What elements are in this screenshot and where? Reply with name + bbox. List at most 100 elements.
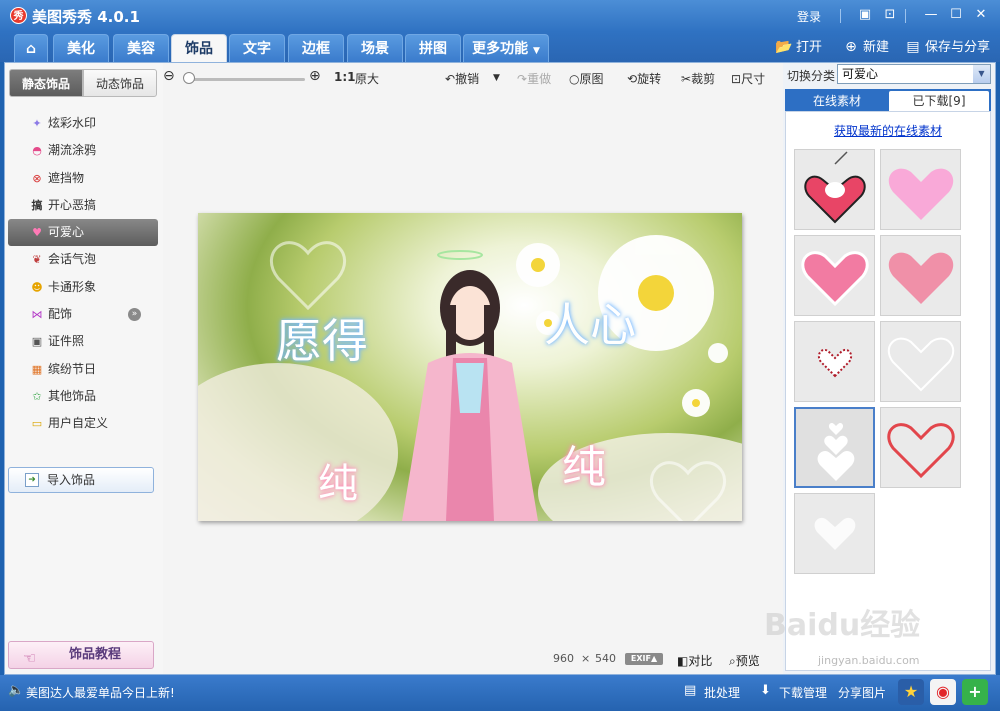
open-button[interactable]: 📂 打开 [775, 37, 822, 58]
import-accessory-button[interactable]: ➜ 导入饰品 [8, 467, 154, 493]
id-photo-icon: ▣ [31, 335, 43, 349]
tab-collage[interactable]: 拼图 [405, 34, 461, 62]
tab-text[interactable]: 文字 [229, 34, 285, 62]
switch-category-label: 切换分类 [787, 69, 836, 83]
canvas-text-4[interactable]: 纯 [562, 431, 606, 495]
zoom-slider-track[interactable] [187, 78, 305, 81]
save-share-button[interactable]: ▤ 保存与分享 [904, 37, 990, 58]
share-image-button[interactable]: 分享图片 [838, 684, 886, 701]
app-logo-icon: 秀 [10, 7, 27, 24]
skin-icon[interactable]: ⊡ [881, 7, 899, 23]
tab-frame[interactable]: 边框 [288, 34, 344, 62]
category-select-value: 可爱心 [842, 67, 879, 81]
tab-downloaded[interactable]: 已下载[9] [889, 91, 989, 111]
preview-button[interactable]: ⌕预览 [729, 652, 760, 669]
material-thumb[interactable] [880, 235, 961, 316]
batch-icon: ▤ [684, 683, 697, 698]
material-thumb[interactable] [880, 149, 961, 230]
material-thumb[interactable] [880, 321, 961, 402]
category-item[interactable]: ❦ 会话气泡 [8, 246, 158, 273]
original-size-button[interactable]: 原大 [355, 70, 379, 87]
original-button[interactable]: ○原图 [569, 70, 604, 87]
undo-button[interactable]: ↶撤销 [445, 70, 479, 87]
compare-icon: ◧ [677, 654, 689, 668]
crop-button[interactable]: ✂裁剪 [681, 70, 715, 87]
pink-dotted-heart-icon [888, 168, 954, 220]
zoom-out-icon[interactable]: ⊖ [163, 68, 175, 84]
material-thumb-selected[interactable] [794, 407, 875, 488]
plus-circle-icon: ⊕ [845, 39, 857, 55]
lace-heart-icon [814, 517, 856, 550]
subtab-dynamic[interactable]: 动态饰品 [83, 69, 157, 97]
maximize-icon[interactable]: ☐ [947, 7, 965, 23]
white-heart-outline-icon [887, 337, 955, 392]
redo-button[interactable]: ↷重做 [517, 70, 551, 87]
photo-canvas[interactable]: 愿得 人心 纯 纯 [198, 213, 742, 521]
tab-scene[interactable]: 场景 [347, 34, 403, 62]
exif-button[interactable]: EXIF▲ [625, 653, 663, 665]
chevron-down-icon[interactable]: ▼ [973, 65, 990, 83]
material-thumb[interactable] [794, 149, 875, 230]
material-thumb[interactable] [794, 235, 875, 316]
size-label: 尺寸 [741, 72, 766, 86]
category-item[interactable]: ✩ 其他饰品 [8, 383, 158, 410]
download-manager-button[interactable]: 下载管理 [779, 684, 827, 701]
news-ticker[interactable]: 美图达人最爱单品今日上新! [26, 684, 175, 701]
get-latest-materials-link[interactable]: 获取最新的在线素材 [786, 122, 990, 139]
rotate-button[interactable]: ⟲旋转 [627, 70, 661, 87]
one-to-one-button[interactable]: 1:1 [334, 70, 356, 84]
material-thumb[interactable] [794, 321, 875, 402]
weibo-icon[interactable]: ◉ [930, 679, 956, 705]
tab-beauty[interactable]: 美容 [113, 34, 169, 62]
category-item[interactable]: ☻ 卡通形象 [8, 274, 158, 301]
category-item[interactable]: ⊗ 遮挡物 [8, 165, 158, 192]
tab-more-features[interactable]: 更多功能 ▼ [463, 34, 549, 62]
material-thumb[interactable] [794, 493, 875, 574]
home-tab[interactable]: ⌂ [14, 34, 48, 62]
new-button[interactable]: ⊕ 新建 [842, 37, 889, 58]
app-title: 美图秀秀 4.0.1 [32, 8, 140, 26]
small-red-heart-icon [817, 348, 853, 378]
category-item[interactable]: ▦ 缤纷节日 [8, 356, 158, 383]
close-icon[interactable]: ✕ [972, 7, 990, 23]
subtab-static[interactable]: 静态饰品 [9, 69, 83, 97]
zoom-slider-handle[interactable] [183, 72, 195, 84]
category-item[interactable]: ◓ 潮流涂鸦 [8, 137, 158, 164]
category-item[interactable]: ⋈ 配饰 » [8, 301, 158, 328]
bubble-icon: ❦ [32, 253, 42, 267]
category-label: 缤纷节日 [48, 361, 97, 376]
undo-dropdown-icon[interactable]: ▼ [493, 73, 500, 83]
tab-accessories[interactable]: 饰品 [171, 34, 227, 62]
category-item[interactable]: 搞开心恶搞 [8, 192, 158, 219]
chevron-down-icon: ▼ [532, 46, 540, 56]
canvas-text-2[interactable]: 人心 [544, 289, 636, 355]
login-link[interactable]: 登录 [797, 8, 821, 25]
category-item[interactable]: ✦ 炫彩水印 [8, 110, 158, 137]
category-item[interactable]: ▭ 用户自定义 [8, 410, 158, 437]
category-item[interactable]: ▣ 证件照 [8, 328, 158, 355]
category-select[interactable]: 可爱心 ▼ [837, 64, 991, 84]
minimize-icon[interactable]: — [922, 7, 940, 23]
compare-button[interactable]: ◧对比 [677, 652, 712, 669]
message-icon[interactable]: ▣ [856, 7, 874, 23]
canvas-text-1[interactable]: 愿得 [276, 305, 368, 371]
rotate-icon: ⟲ [627, 72, 638, 86]
accessory-tutorial-button[interactable]: ☜ 饰品教程 [8, 641, 154, 669]
divider [840, 9, 841, 23]
resize-button[interactable]: ⊡尺寸 [731, 70, 765, 87]
qq-zone-icon[interactable]: ★ [898, 679, 924, 705]
tab-beautify[interactable]: 美化 [53, 34, 109, 62]
material-thumb[interactable] [880, 407, 961, 488]
canvas-text-3[interactable]: 纯 [318, 451, 358, 509]
add-platform-icon[interactable]: + [962, 679, 988, 705]
heart-icon: ♥ [32, 226, 42, 240]
expand-icon[interactable]: » [128, 308, 141, 322]
tab-online-material[interactable]: 在线素材 [787, 91, 887, 111]
save-share-label: 保存与分享 [925, 40, 991, 55]
preview-label: 预览 [735, 654, 760, 668]
category-item[interactable]: ♥ 可爱心 [8, 219, 158, 247]
batch-process-button[interactable]: 批处理 [704, 684, 740, 701]
zoom-in-icon[interactable]: ⊕ [309, 68, 321, 84]
import-icon: ➜ [25, 473, 39, 487]
redo-icon: ↷ [517, 72, 528, 86]
